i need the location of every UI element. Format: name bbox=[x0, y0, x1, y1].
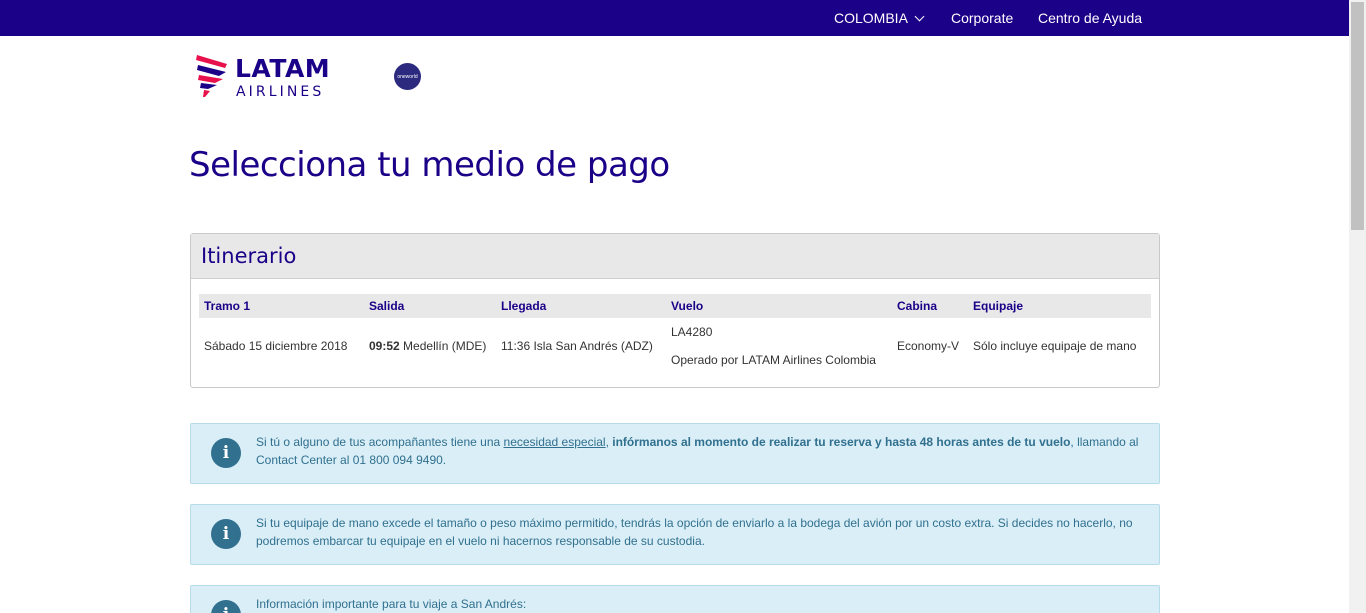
special-needs-alert: i Si tú o alguno de tus acompañantes tie… bbox=[190, 423, 1160, 484]
itinerary-table: Tramo 1 Salida Llegada Vuelo Cabina Equi… bbox=[199, 294, 1151, 374]
scrollbar[interactable] bbox=[1349, 0, 1366, 613]
alert-text: Si tu equipaje de mano excede el tamaño … bbox=[256, 516, 1133, 548]
flight-number: LA4280 bbox=[671, 325, 713, 339]
help-center-link[interactable]: Centro de Ayuda bbox=[1038, 0, 1142, 36]
latam-logo-icon bbox=[196, 55, 227, 97]
itinerary-header: Itinerario bbox=[191, 234, 1159, 279]
country-selector[interactable]: COLOMBIA bbox=[834, 0, 925, 36]
column-header-tramo: Tramo 1 bbox=[199, 294, 364, 318]
column-header-salida: Salida bbox=[364, 294, 496, 318]
scrollbar-thumb[interactable] bbox=[1351, 2, 1364, 230]
alert-text: Información importante para tu viaje a S… bbox=[256, 597, 527, 611]
top-bar: COLOMBIA Corporate Centro de Ayuda bbox=[0, 0, 1349, 36]
corporate-link[interactable]: Corporate bbox=[951, 0, 1013, 36]
page-title: Selecciona tu medio de pago bbox=[189, 145, 670, 185]
cell-flight: LA4280 Operado por LATAM Airlines Colomb… bbox=[666, 318, 892, 374]
oneworld-logo: oneworld bbox=[394, 63, 421, 90]
cell-departure: 09:52 Medellín (MDE) bbox=[364, 318, 496, 374]
info-icon: i bbox=[211, 600, 241, 613]
flight-operator: Operado por LATAM Airlines Colombia bbox=[671, 353, 876, 367]
table-header-row: Tramo 1 Salida Llegada Vuelo Cabina Equi… bbox=[199, 294, 1151, 318]
column-header-llegada: Llegada bbox=[496, 294, 666, 318]
departure-place: Medellín (MDE) bbox=[403, 339, 487, 353]
alert-text-bold: infórmanos al momento de realizar tu res… bbox=[612, 435, 1071, 449]
cell-arrival: 11:36 Isla San Andrés (ADZ) bbox=[501, 339, 653, 353]
departure-time: 09:52 bbox=[369, 339, 400, 353]
special-need-link[interactable]: necesidad especial bbox=[504, 435, 606, 449]
baggage-alert: i Si tu equipaje de mano excede el tamañ… bbox=[190, 504, 1160, 565]
cell-date: Sábado 15 diciembre 2018 bbox=[204, 339, 348, 353]
san-andres-alert: i Información importante para tu viaje a… bbox=[190, 585, 1160, 613]
column-header-equipaje: Equipaje bbox=[968, 294, 1151, 318]
table-row: Sábado 15 diciembre 2018 09:52 Medellín … bbox=[199, 318, 1151, 374]
itinerary-heading: Itinerario bbox=[201, 244, 297, 268]
cell-cabin: Economy-V bbox=[897, 339, 960, 353]
cell-baggage: Sólo incluye equipaje de mano bbox=[973, 339, 1137, 353]
logo-text-airlines: AIRLINES bbox=[236, 84, 325, 100]
itinerary-panel: Itinerario Tramo 1 Salida Llegada Vuelo … bbox=[190, 233, 1160, 388]
chevron-down-icon bbox=[914, 11, 925, 21]
country-label: COLOMBIA bbox=[834, 10, 908, 26]
column-header-vuelo: Vuelo bbox=[666, 294, 892, 318]
latam-logo[interactable]: LATAM AIRLINES bbox=[195, 52, 355, 102]
info-icon: i bbox=[211, 438, 241, 468]
logo-text-latam: LATAM bbox=[235, 54, 331, 83]
alert-text-intro: Si tú o alguno de tus acompañantes tiene… bbox=[256, 435, 504, 449]
alert-text: Si tú o alguno de tus acompañantes tiene… bbox=[256, 433, 1144, 469]
info-icon: i bbox=[211, 519, 241, 549]
column-header-cabina: Cabina bbox=[892, 294, 968, 318]
